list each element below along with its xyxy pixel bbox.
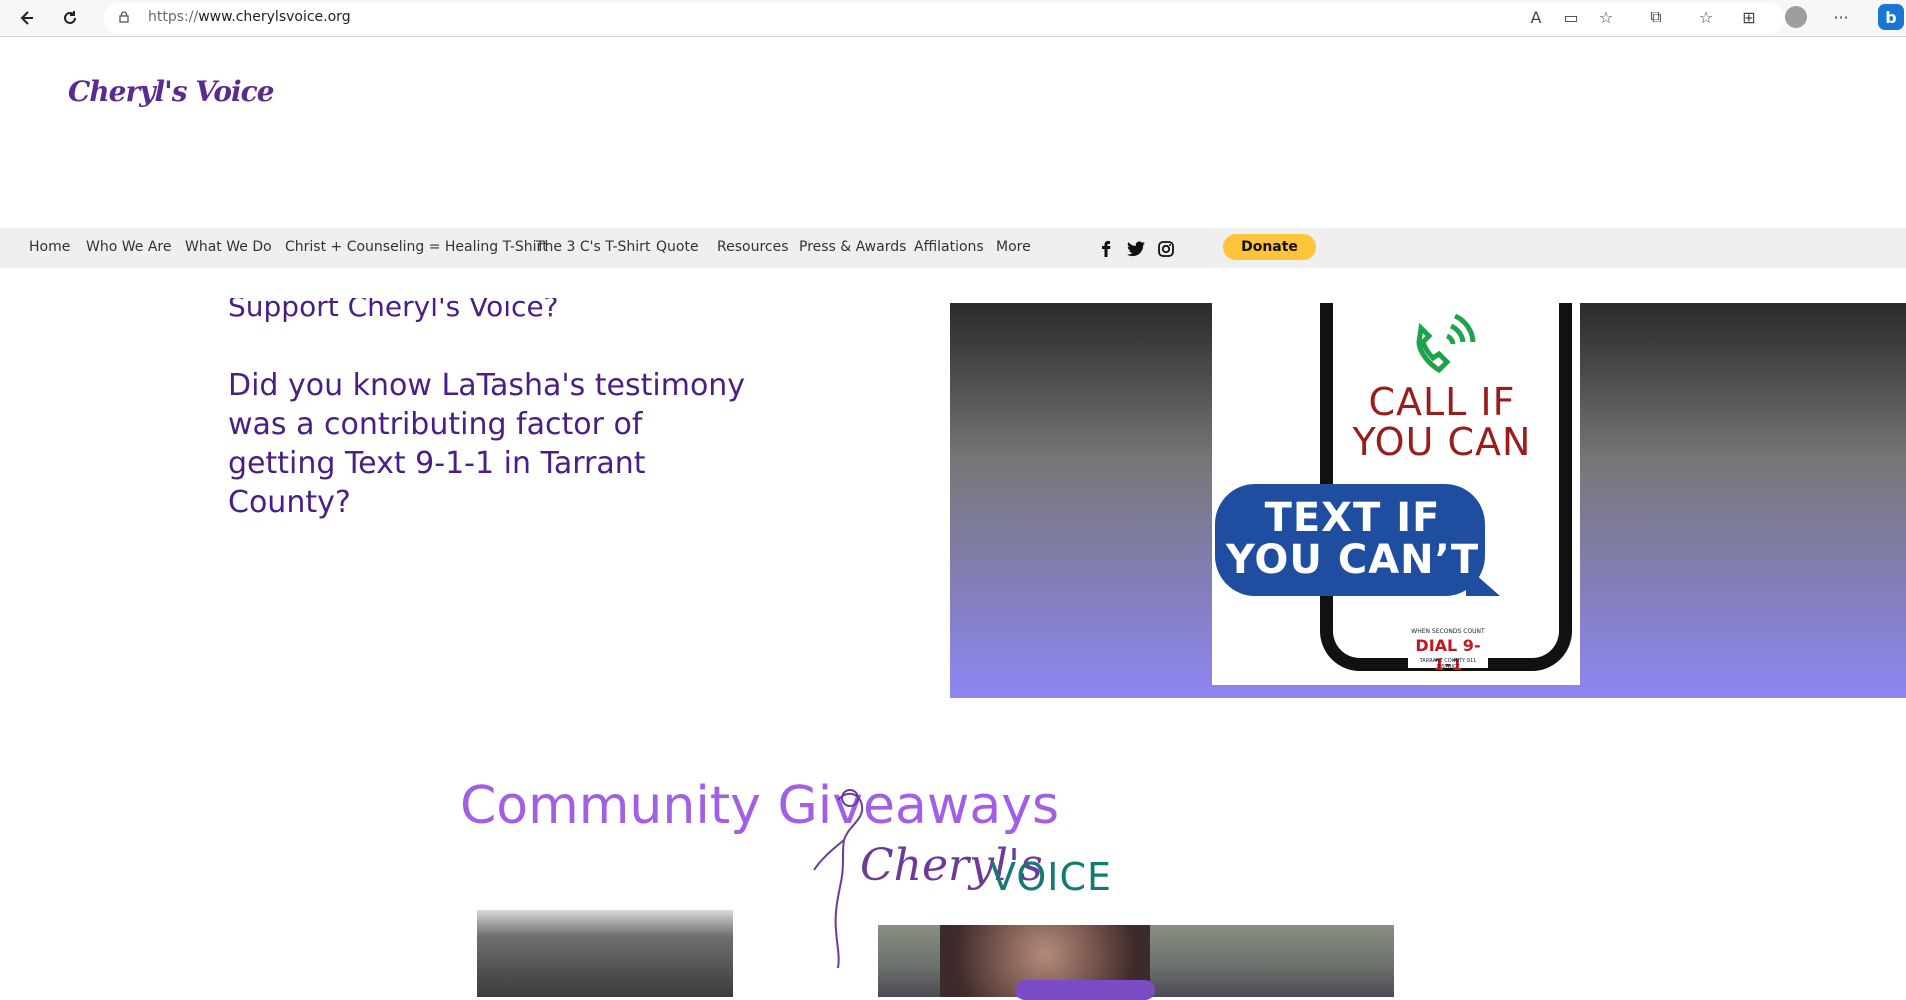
dial-911-badge: WHEN SECONDS COUNT DIAL 9-1-1 TARRANT CO… <box>1408 628 1488 674</box>
twitter-icon[interactable] <box>1127 240 1145 258</box>
url-scheme: https:// <box>148 9 199 25</box>
cv-logo-voice: VOICE <box>990 855 1112 899</box>
nav-3cs-tshirt[interactable]: The 3 C's T-Shirt <box>536 239 650 255</box>
call-if-you-can-text: CALL IF YOU CAN <box>1352 380 1532 464</box>
lock-icon <box>118 8 130 23</box>
url-text[interactable]: https://www.cherylsvoice.org <box>148 9 351 25</box>
nav-affilations[interactable]: Affilations <box>914 239 984 255</box>
dial-badge-bottom: TARRANT COUNTY 911 DISTRICT <box>1419 658 1477 670</box>
donate-button[interactable]: Donate <box>1223 234 1316 260</box>
face-mask <box>1015 980 1155 1000</box>
refresh-icon[interactable] <box>56 4 84 32</box>
nav-what-we-do[interactable]: What We Do <box>185 239 272 255</box>
immersive-reader-icon[interactable]: ▭ <box>1560 6 1582 28</box>
site-nav: Home Who We Are What We Do Christ + Coun… <box>0 228 1906 268</box>
browser-toolbar: https://www.cherylsvoice.org A ▭ ☆ ⧉ ☆ ⊞… <box>0 0 1906 37</box>
support-heading: Support Cheryl's Voice? <box>228 290 559 323</box>
extensions-icon[interactable]: ⧉ <box>1645 6 1667 28</box>
dial-badge-top: WHEN SECONDS COUNT <box>1411 628 1485 635</box>
more-icon[interactable]: ··· <box>1830 6 1852 28</box>
text-if-you-cant-text: TEXT IF YOU CAN’T <box>1225 495 1480 583</box>
testimony-text: Did you know LaTasha's testimony was a c… <box>228 368 746 520</box>
favorites-icon[interactable]: ☆ <box>1695 6 1717 28</box>
giveaway-photo <box>477 910 733 997</box>
facebook-icon[interactable] <box>1097 240 1115 258</box>
favorite-icon[interactable]: ☆ <box>1595 6 1617 28</box>
nav-who-we-are[interactable]: Who We Are <box>86 239 171 255</box>
bing-icon[interactable]: b <box>1878 4 1904 30</box>
back-icon[interactable] <box>12 4 40 32</box>
profile-icon[interactable] <box>1785 6 1807 28</box>
instagram-icon[interactable] <box>1157 240 1175 258</box>
site-logo[interactable]: Cheryl's Voice <box>68 75 275 108</box>
nav-home[interactable]: Home <box>29 239 70 255</box>
nav-quote[interactable]: Quote <box>656 239 699 255</box>
phone-call-icon <box>1403 302 1483 386</box>
nav-resources[interactable]: Resources <box>717 239 789 255</box>
url-host: www.cherylsvoice.org <box>198 9 351 25</box>
nav-press-awards[interactable]: Press & Awards <box>799 239 906 255</box>
nav-healing-tshirt[interactable]: Christ + Counseling = Healing T-Shirt <box>285 239 548 255</box>
nav-more[interactable]: More <box>996 239 1031 255</box>
collections-icon[interactable]: ⊞ <box>1738 6 1760 28</box>
read-aloud-icon[interactable]: A <box>1525 6 1547 28</box>
